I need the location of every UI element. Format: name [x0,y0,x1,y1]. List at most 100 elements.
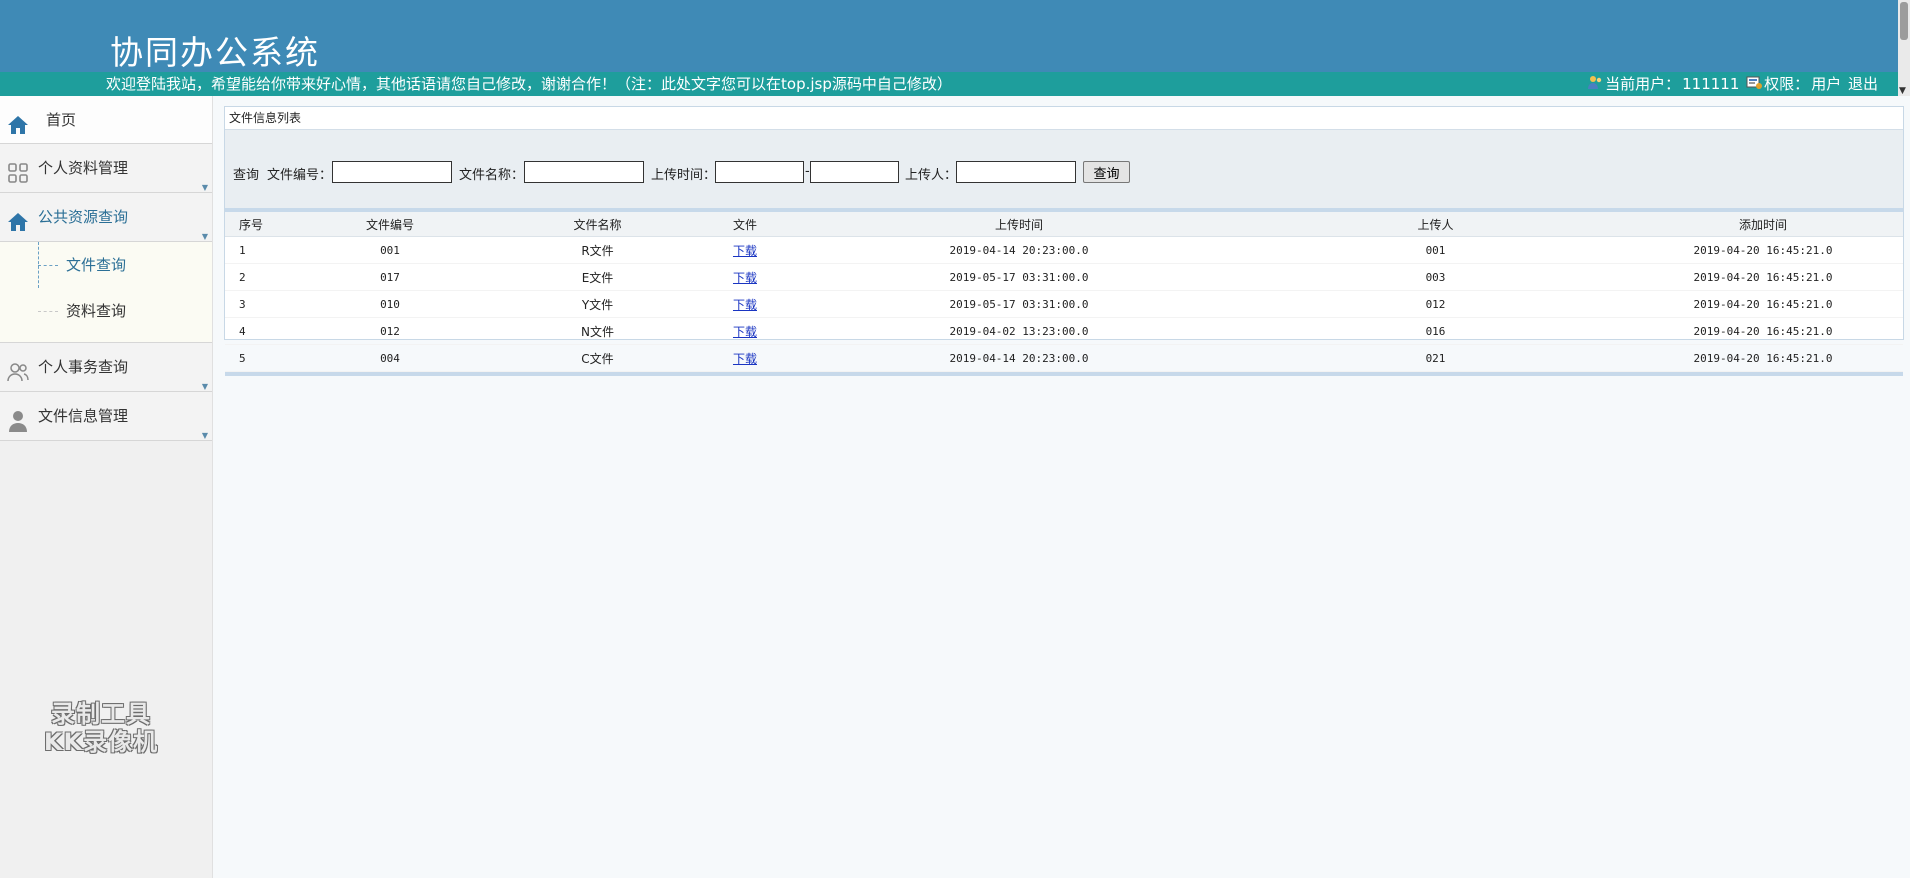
uploader-input[interactable] [956,161,1076,183]
cell-file-no: 012 [285,317,495,345]
sidebar-subitem-label: 资料查询 [66,302,127,320]
sidebar: 首页 个人资料管理 ▼ 公共资源查询 ▼ 文件查询 资料查询 个人事务查询 ▼ [0,96,213,878]
scrollbar-thumb[interactable] [1900,2,1908,40]
download-link[interactable]: 下载 [733,352,757,366]
table-bottom-border [225,372,1903,376]
download-link[interactable]: 下载 [733,244,757,258]
cell-upload-time: 2019-05-17 03:31:00.0 [790,263,1248,291]
sidebar-item-label: 文件信息管理 [38,407,129,425]
sidebar-subitem-label: 文件查询 [66,256,127,274]
file-name-input[interactable] [524,161,644,183]
scroll-down-arrow-icon[interactable]: ▼ [1899,86,1906,96]
date-range-dash: - [805,164,810,179]
cell-file-name: C文件 [495,344,700,372]
cell-added-time: 2019-04-20 16:45:21.0 [1623,344,1903,372]
cell-uploader: 003 [1248,263,1623,291]
search-form: 查询 文件编号： 文件名称： 上传时间： - 上传人： 查询 [225,130,1903,212]
table-header-row: 序号 文件编号 文件名称 文件 上传时间 上传人 添加时间 [225,212,1903,237]
cell-upload-time: 2019-05-17 03:31:00.0 [790,290,1248,318]
watermark-line-1: 录制工具 [51,700,151,728]
cell-file-name: Y文件 [495,290,700,318]
sidebar-item-profile[interactable]: 个人资料管理 ▼ [0,144,212,193]
tree-branch [38,265,58,266]
current-user-label: 当前用户： [1605,75,1681,93]
column-header: 上传人 [1248,212,1623,237]
welcome-bar: 欢迎登陆我站，希望能给你带来好心情，其他话语请您自己修改，谢谢合作！（注：此处文… [0,72,1898,96]
cell-file-no: 001 [285,236,495,264]
column-header: 上传时间 [790,212,1248,237]
cell-added-time: 2019-04-20 16:45:21.0 [1623,263,1903,291]
home-icon [6,205,30,231]
search-button[interactable]: 查询 [1083,161,1130,183]
column-header: 文件名称 [495,212,700,237]
sidebar-item-label: 个人事务查询 [38,358,129,376]
users-icon [6,355,30,382]
download-link[interactable]: 下载 [733,298,757,312]
user-icon [1587,73,1603,97]
file-table: 序号 文件编号 文件名称 文件 上传时间 上传人 添加时间 1 001 R文件 … [225,212,1903,372]
tree-branch [38,311,58,312]
home-icon [6,108,30,134]
query-label: 查询 [233,168,260,183]
column-header: 文件编号 [285,212,495,237]
cell-file-name: E文件 [495,263,700,291]
file-name-label: 文件名称： [459,168,525,183]
sidebar-submenu: 文件查询 资料查询 [0,242,212,343]
role-value: 用户 [1811,75,1842,93]
page-scrollbar[interactable]: ▼ [1898,0,1910,96]
sidebar-subitem-file-query[interactable]: 文件查询 [0,242,212,288]
file-no-label: 文件编号： [267,168,333,183]
sidebar-item-home[interactable]: 首页 [0,96,212,144]
sidebar-item-personal-affairs[interactable]: 个人事务查询 ▼ [0,343,212,392]
cell-added-time: 2019-04-20 16:45:21.0 [1623,236,1903,264]
cell-index: 2 [225,263,285,291]
sidebar-item-file-management[interactable]: 文件信息管理 ▼ [0,392,212,441]
table-row: 1 001 R文件 下载 2019-04-14 20:23:00.0 001 2… [225,236,1903,264]
user-info: 当前用户： 111111 权限： 用户 退出 [1587,72,1880,97]
column-header: 添加时间 [1623,212,1903,237]
sidebar-subitem-info-query[interactable]: 资料查询 [0,288,212,334]
app-title: 协同办公系统 [110,33,320,72]
sidebar-item-label: 公共资源查询 [38,208,129,226]
person-icon [6,404,30,432]
upload-time-from-input[interactable] [715,161,804,183]
table-row: 3 010 Y文件 下载 2019-05-17 03:31:00.0 012 2… [225,290,1903,318]
cell-upload-time: 2019-04-14 20:23:00.0 [790,236,1248,264]
sidebar-item-label: 个人资料管理 [38,159,129,177]
cell-file-name: N文件 [495,317,700,345]
cell-uploader: 001 [1248,236,1623,264]
cell-added-time: 2019-04-20 16:45:21.0 [1623,317,1903,345]
recorder-watermark: 录制工具 KK录像机 [30,700,172,756]
cell-file-no: 017 [285,263,495,291]
file-list-panel: 文件信息列表 查询 文件编号： 文件名称： 上传时间： - 上传人： 查询 序号… [224,106,1904,376]
watermark-line-2: KK录像机 [43,728,159,756]
cell-upload-time: 2019-04-14 20:23:00.0 [790,344,1248,372]
sidebar-item-public-resources[interactable]: 公共资源查询 ▼ [0,193,212,242]
upload-time-to-input[interactable] [810,161,899,183]
role-icon [1746,73,1763,97]
uploader-label: 上传人： [905,168,958,183]
cell-file-no: 004 [285,344,495,372]
cell-index: 4 [225,317,285,345]
cell-index: 1 [225,236,285,264]
chevron-down-icon: ▼ [201,431,208,440]
table-row: 5 004 C文件 下载 2019-04-14 20:23:00.0 021 2… [225,344,1903,372]
cell-upload-time: 2019-04-02 13:23:00.0 [790,317,1248,345]
upload-time-label: 上传时间： [651,168,717,183]
grid-icon [6,156,30,183]
cell-uploader: 012 [1248,290,1623,318]
top-header: 协同办公系统 欢迎登陆我站，希望能给你带来好心情，其他话语请您自己修改，谢谢合作… [0,0,1898,96]
column-header: 序号 [225,212,285,237]
download-link[interactable]: 下载 [733,325,757,339]
logout-link[interactable]: 退出 [1848,75,1878,93]
column-header: 文件 [700,212,790,237]
cell-uploader: 016 [1248,317,1623,345]
cell-index: 3 [225,290,285,318]
sidebar-item-label: 首页 [46,111,77,129]
cell-file-no: 010 [285,290,495,318]
table-row: 4 012 N文件 下载 2019-04-02 13:23:00.0 016 2… [225,317,1903,345]
download-link[interactable]: 下载 [733,271,757,285]
file-no-input[interactable] [332,161,452,183]
panel-title: 文件信息列表 [225,107,1903,130]
welcome-message: 欢迎登陆我站，希望能给你带来好心情，其他话语请您自己修改，谢谢合作！（注：此处文… [106,75,952,93]
